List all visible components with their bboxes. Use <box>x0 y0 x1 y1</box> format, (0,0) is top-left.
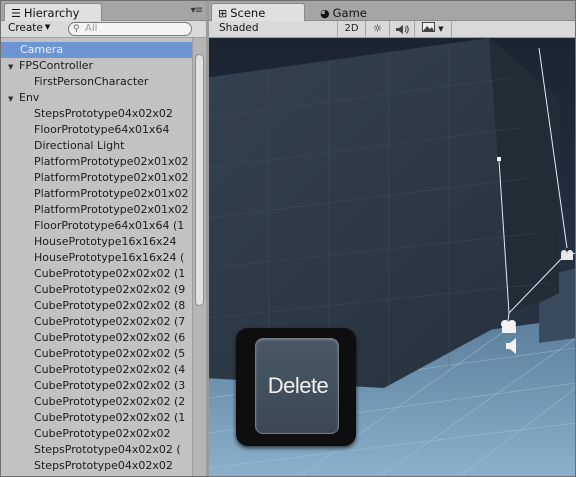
hierarchy-row-label: CubePrototype02x02x02 (5 <box>34 347 186 360</box>
hierarchy-row[interactable]: StepsPrototype04x02x02 <box>0 106 192 122</box>
chevron-down-icon: ▼ <box>44 23 51 31</box>
hierarchy-tab-bar: ☰ Hierarchy ▾≡ <box>0 0 206 21</box>
delete-keycap: Delete <box>255 338 339 434</box>
hierarchy-row[interactable]: Directional Light <box>0 138 192 154</box>
pacman-icon: ◕ <box>320 7 330 20</box>
tab-hierarchy-label: Hierarchy <box>23 6 80 20</box>
hierarchy-row[interactable]: HousePrototype16x16x24 ( <box>0 250 192 266</box>
hierarchy-row[interactable]: CubePrototype02x02x02 (8 <box>0 298 192 314</box>
hierarchy-row-label: PlatformPrototype02x01x02 <box>34 171 189 184</box>
scrollbar-thumb[interactable] <box>195 54 204 306</box>
image-effects-icon[interactable]: ▼ <box>414 21 452 37</box>
hierarchy-row-label: CubePrototype02x02x02 (7 <box>34 315 186 328</box>
hierarchy-row-label: FPSController <box>19 59 94 72</box>
hierarchy-row-label: CubePrototype02x02x02 (9 <box>34 283 186 296</box>
hierarchy-toolbar: Create ▼ ⚲ All <box>0 21 206 38</box>
search-placeholder: All <box>85 23 98 34</box>
scene-grid-icon: ⊞ <box>218 7 228 20</box>
hierarchy-row[interactable]: FloorPrototype64x01x64 (1 <box>0 218 192 234</box>
hierarchy-row-label: FloorPrototype64x01x64 <box>34 123 170 136</box>
tab-scene-label: Scene <box>230 6 266 20</box>
hierarchy-row[interactable]: FirstPersonCharacter <box>0 74 192 90</box>
hierarchy-row[interactable]: PlatformPrototype02x01x02 <box>0 186 192 202</box>
hierarchy-row-label: StepsPrototype04x02x02 <box>34 107 173 120</box>
hierarchy-row-label: PlatformPrototype02x01x02 <box>34 155 189 168</box>
hierarchy-scrollbar[interactable] <box>192 38 206 477</box>
sun-icon[interactable]: ☼ <box>365 21 389 37</box>
foldout-arrow-icon[interactable]: ▼ <box>8 91 16 106</box>
hierarchy-row[interactable]: CubePrototype02x02x02 (3 <box>0 378 192 394</box>
scene-toolbar: Shaded 2D ☼ ▼ <box>209 21 576 38</box>
hierarchy-row-label: Directional Light <box>34 139 125 152</box>
scene-tab-bar: ⊞ Scene ◕ Game <box>209 0 576 21</box>
hierarchy-row-label: HousePrototype16x16x24 <box>34 235 177 248</box>
tab-scene[interactable]: ⊞ Scene <box>211 3 305 21</box>
hierarchy-row[interactable]: ▼ Env <box>0 90 192 106</box>
hierarchy-row-label: StepsPrototype04x02x02 ( <box>34 443 181 456</box>
create-dropdown-button[interactable]: Create ▼ <box>6 22 52 36</box>
hierarchy-row[interactable]: StepsPrototype04x02x02 <box>0 458 192 474</box>
hierarchy-search-input[interactable]: ⚲ All <box>68 22 192 36</box>
toggle-2d-button[interactable]: 2D <box>337 21 365 37</box>
list-icon: ☰ <box>11 7 21 20</box>
hierarchy-row[interactable]: CubePrototype02x02x02 (1 <box>0 410 192 426</box>
hierarchy-row-label: HousePrototype16x16x24 ( <box>34 251 185 264</box>
hierarchy-row-label: FirstPersonCharacter <box>34 75 149 88</box>
hierarchy-row[interactable]: CubePrototype02x02x02 (1 <box>0 266 192 282</box>
hierarchy-tree: Camera ▼ FPSController FirstPersonCharacter… <box>0 38 206 477</box>
speaker-icon[interactable] <box>389 21 414 37</box>
hierarchy-row[interactable]: PlatformPrototype02x01x02 <box>0 202 192 218</box>
hierarchy-row-label: Env <box>19 91 40 104</box>
hierarchy-row[interactable]: CubePrototype02x02x02 (6 <box>0 330 192 346</box>
hierarchy-row-label: FloorPrototype64x01x64 (1 <box>34 219 185 232</box>
hierarchy-row[interactable]: PlatformPrototype02x01x02 <box>0 170 192 186</box>
hierarchy-row-label: PlatformPrototype02x01x02 <box>34 187 189 200</box>
foldout-arrow-icon[interactable]: ▼ <box>8 59 16 74</box>
hierarchy-row[interactable]: CubePrototype02x02x02 <box>0 426 192 442</box>
hierarchy-row-label: CubePrototype02x02x02 <box>34 427 171 440</box>
shading-mode-dropdown[interactable]: Shaded <box>219 22 259 34</box>
hierarchy-row-label: CubePrototype02x02x02 (2 <box>34 395 186 408</box>
search-icon: ⚲ <box>73 24 80 34</box>
hierarchy-row[interactable]: CubePrototype02x02x02 (4 <box>0 362 192 378</box>
panel-menu-icon[interactable]: ▾≡ <box>191 5 203 16</box>
hierarchy-row-label: CubePrototype02x02x02 (4 <box>34 363 186 376</box>
create-label: Create <box>8 22 43 34</box>
hierarchy-row-label: Camera <box>20 43 64 56</box>
hierarchy-row[interactable]: CubePrototype02x02x02 (7 <box>0 314 192 330</box>
hierarchy-row[interactable]: CubePrototype02x02x02 (5 <box>0 346 192 362</box>
hierarchy-row-label: PlatformPrototype02x01x02 <box>34 203 189 216</box>
hierarchy-row-label: StepsPrototype04x02x02 <box>34 459 173 472</box>
hierarchy-row[interactable]: CubePrototype02x02x02 (9 <box>0 282 192 298</box>
hierarchy-row[interactable]: FloorPrototype64x01x64 <box>0 122 192 138</box>
tab-hierarchy[interactable]: ☰ Hierarchy <box>4 3 102 21</box>
tab-game[interactable]: ◕ Game <box>313 3 376 21</box>
hierarchy-row-label: CubePrototype02x02x02 (3 <box>34 379 186 392</box>
hierarchy-row-label: CubePrototype02x02x02 (1 <box>34 411 186 424</box>
tab-game-label: Game <box>332 6 367 20</box>
hierarchy-row[interactable]: PlatformPrototype02x01x02 <box>0 154 192 170</box>
hierarchy-row[interactable]: CubePrototype02x02x02 (2 <box>0 394 192 410</box>
hierarchy-row-label: CubePrototype02x02x02 (8 <box>34 299 186 312</box>
delete-key-overlay: Delete <box>236 328 356 446</box>
hierarchy-row[interactable]: ▼ FPSController <box>0 58 192 74</box>
hierarchy-row[interactable]: HousePrototype16x16x24 <box>0 234 192 250</box>
hierarchy-row[interactable]: Camera <box>0 42 192 58</box>
hierarchy-row-label: CubePrototype02x02x02 (1 <box>34 267 186 280</box>
hierarchy-row-label: CubePrototype02x02x02 (6 <box>34 331 186 344</box>
chevron-down-icon: ▼ <box>438 25 444 33</box>
delete-key-label: Delete <box>267 373 329 398</box>
hierarchy-row[interactable]: StepsPrototype04x02x02 ( <box>0 442 192 458</box>
